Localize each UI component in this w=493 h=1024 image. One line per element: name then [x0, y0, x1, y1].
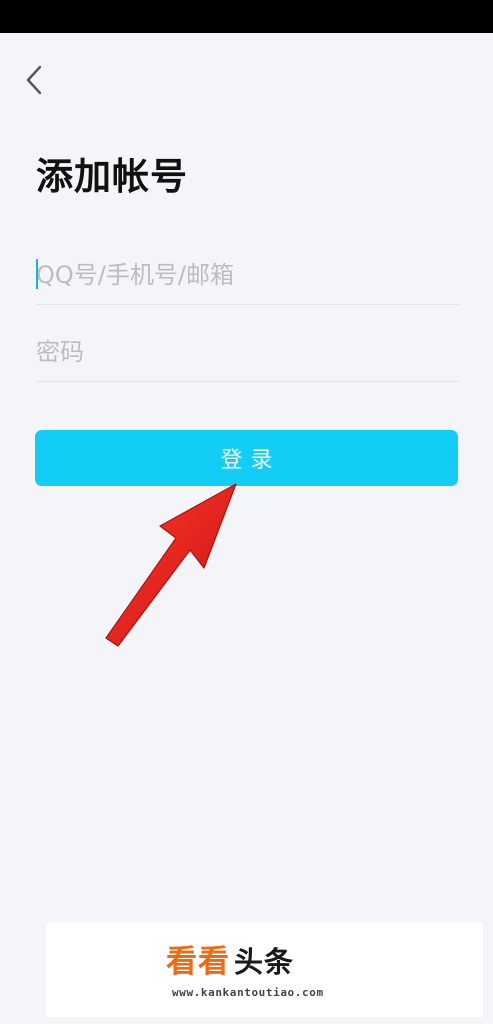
account-field[interactable] — [36, 246, 459, 305]
password-field[interactable] — [36, 323, 459, 382]
back-button[interactable] — [14, 58, 54, 102]
watermark-logo: 看看 头条 — [166, 947, 294, 978]
status-bar — [0, 0, 493, 33]
password-input[interactable] — [36, 323, 459, 381]
red-arrow-annotation-icon — [105, 483, 237, 647]
watermark-brand-colored: 看看 — [166, 944, 230, 980]
watermark-url: www.kankantoutiao.com — [172, 986, 324, 999]
chevron-left-icon — [26, 65, 42, 95]
account-input[interactable] — [36, 246, 459, 304]
page-title: 添加帐号 — [36, 155, 188, 198]
text-cursor — [36, 259, 38, 289]
watermark: 看看 头条 www.kankantoutiao.com — [46, 923, 483, 1017]
watermark-brand-dark: 头条 — [234, 945, 295, 979]
